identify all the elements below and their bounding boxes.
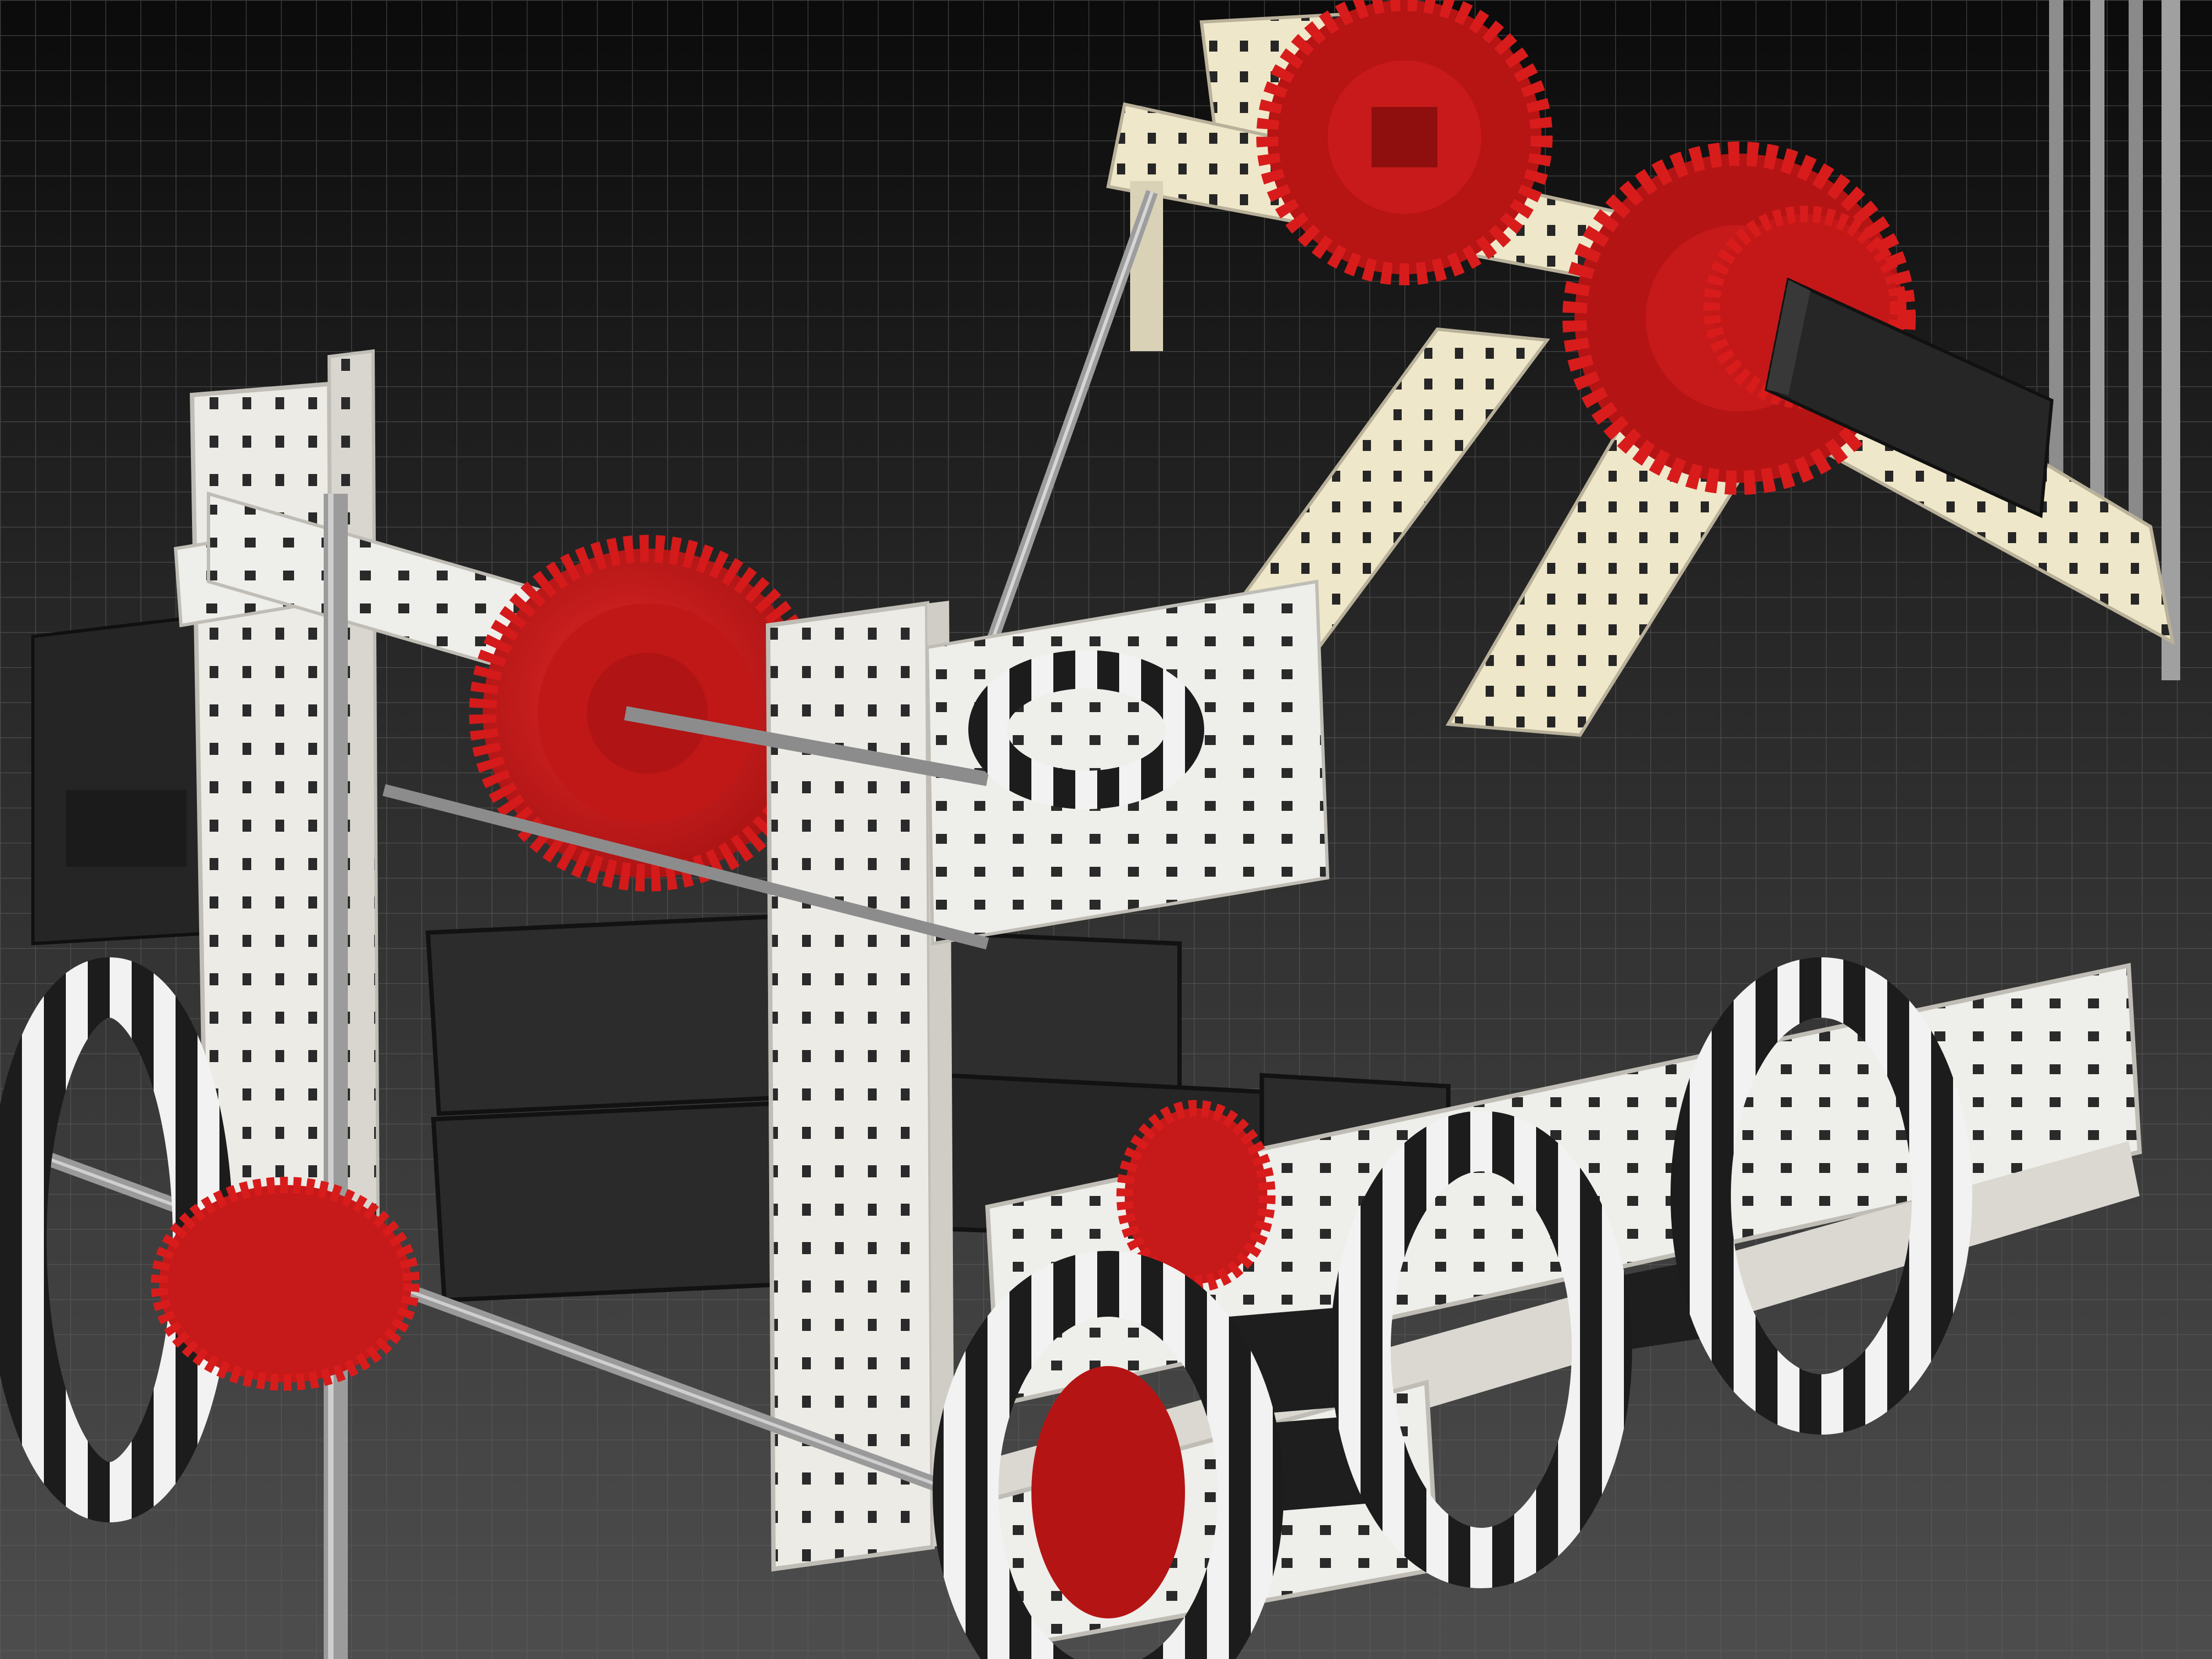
robot-cad-photo [0,0,2212,1659]
back-left-motor [31,612,221,946]
